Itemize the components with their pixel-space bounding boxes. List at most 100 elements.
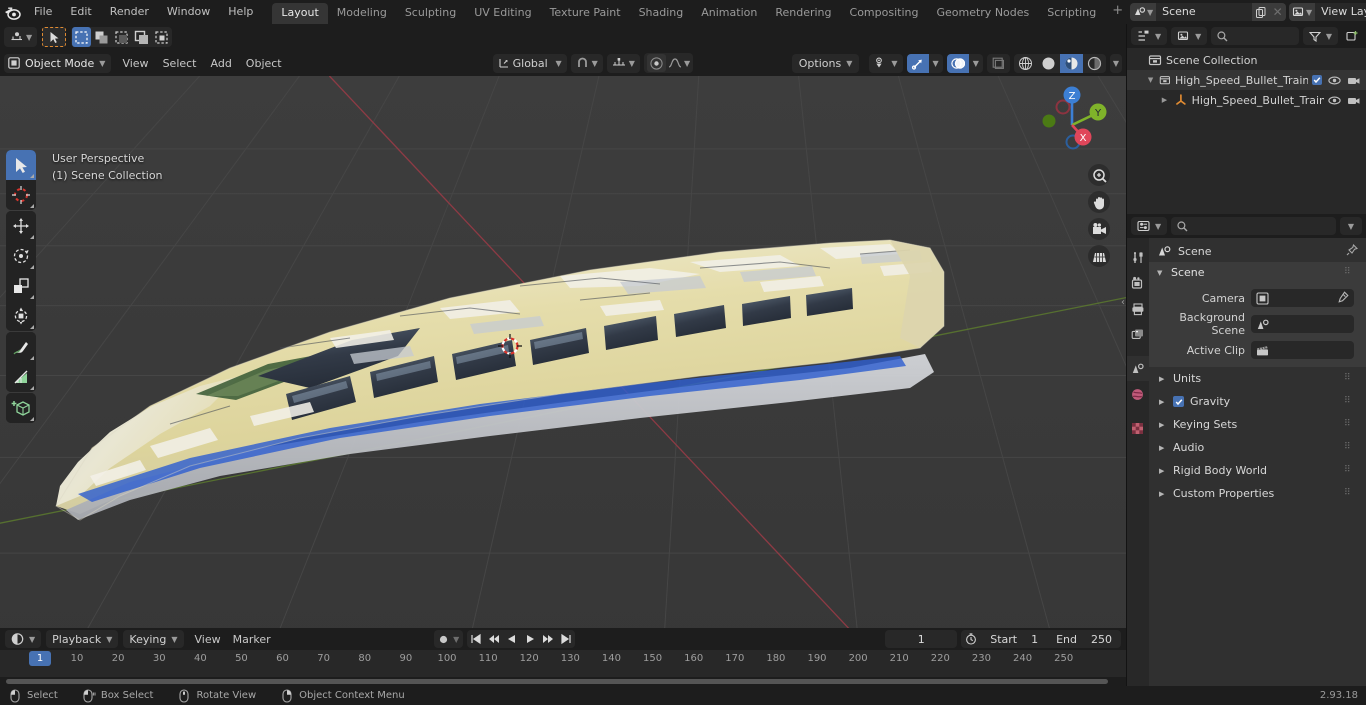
menu-window[interactable]: Window [158, 3, 219, 21]
overlays-icon[interactable] [946, 53, 969, 73]
timeline-playback-menu[interactable]: Playback ▼ [46, 630, 119, 648]
proportional-editing-group[interactable]: ▼ [643, 53, 694, 73]
viewport-menu-select[interactable]: Select [156, 55, 204, 72]
xray-toggle[interactable] [986, 53, 1010, 73]
gizmo-dropdown[interactable]: ▼ [929, 54, 943, 73]
camera-view-button[interactable] [1088, 218, 1110, 240]
properties-tab-render[interactable] [1127, 270, 1149, 295]
outliner-display-mode[interactable]: ▼ [1171, 27, 1208, 45]
snap-toggle[interactable]: ▼ [570, 53, 603, 73]
properties-panel-keying-sets[interactable]: ▶ Keying Sets ⠿ [1149, 413, 1366, 436]
workspace-tab-modeling[interactable]: Modeling [328, 3, 396, 24]
outliner-filter-button[interactable]: ▼ [1302, 27, 1338, 45]
camera-render-icon[interactable] [1347, 95, 1360, 106]
camera-render-icon[interactable] [1347, 75, 1360, 86]
pin-icon[interactable] [1346, 243, 1359, 259]
toolbar-collapse-icon[interactable]: ‹ [1121, 297, 1125, 308]
properties-panel-gravity[interactable]: ▶ Gravity ⠿ [1149, 390, 1366, 413]
workspace-tab-geometry-nodes[interactable]: Geometry Nodes [927, 3, 1038, 24]
overlays-dropdown[interactable]: ▼ [969, 54, 983, 73]
active-tool-indicator[interactable] [42, 27, 67, 47]
viewport-menu-add[interactable]: Add [204, 55, 239, 72]
material-preview-icon[interactable] [1059, 53, 1083, 73]
timeline-editor-type[interactable]: ▼ [5, 630, 42, 648]
play-reverse-button[interactable] [503, 630, 521, 648]
editor-type-selector[interactable]: ▼ [4, 27, 38, 47]
bullet-train-model[interactable] [0, 76, 1126, 628]
workspace-tab-sculpting[interactable]: Sculpting [396, 3, 465, 24]
disclosure-triangle[interactable]: ▼ [1146, 76, 1155, 84]
workspace-tab-scripting[interactable]: Scripting [1038, 3, 1105, 24]
viewport-menu-view[interactable]: View [115, 55, 155, 72]
add-workspace-button[interactable]: + [1105, 2, 1130, 23]
outliner-row[interactable]: Scene Collection [1127, 50, 1366, 70]
add-cube-tool[interactable] [6, 393, 36, 423]
eye-visibility-icon[interactable] [1328, 75, 1341, 86]
viewport-options-button[interactable]: Options ▼ [791, 53, 860, 73]
outliner-row[interactable]: ▼ High_Speed_Bullet_Train_Loc [1127, 70, 1366, 90]
timeline-keying-menu[interactable]: Keying ▼ [123, 630, 184, 648]
properties-tab-world[interactable] [1127, 382, 1149, 407]
workspace-tab-shading[interactable]: Shading [630, 3, 693, 24]
gizmo-icon[interactable] [906, 53, 929, 73]
properties-search-input[interactable] [1171, 217, 1336, 235]
overlays-toggle-group[interactable]: ▼ [946, 53, 983, 73]
viewport-menu-object[interactable]: Object [239, 55, 289, 72]
properties-tab-output[interactable] [1127, 296, 1149, 321]
playhead[interactable]: 1 [29, 651, 51, 666]
select-extend-icon[interactable] [92, 27, 111, 47]
wireframe-icon[interactable] [1014, 54, 1037, 73]
annotate-tool[interactable] [6, 332, 36, 362]
shading-dropdown[interactable]: ▼ [1109, 53, 1122, 73]
properties-panel-audio[interactable]: ▶ Audio ⠿ [1149, 436, 1366, 459]
eyedropper-icon[interactable] [1337, 290, 1349, 306]
3d-viewport[interactable]: User Perspective (1) Scene Collection Z [0, 76, 1126, 628]
interaction-mode-selector[interactable]: Object Mode ▼ [4, 53, 112, 73]
properties-tab-tool[interactable] [1127, 244, 1149, 269]
jump-end-button[interactable] [557, 630, 575, 648]
object-visibility-button[interactable]: ▼ [869, 53, 903, 73]
toggle-ortho-grid-button[interactable] [1088, 245, 1110, 267]
start-frame-field[interactable]: Start 1 [981, 630, 1047, 648]
measure-tool[interactable] [6, 362, 36, 392]
properties-options-button[interactable]: ▼ [1340, 217, 1362, 235]
panel-enable-checkbox[interactable] [1173, 396, 1184, 407]
current-frame-field[interactable]: 1 [885, 630, 958, 648]
new-scene-button[interactable] [1252, 3, 1270, 21]
view-layer-selector[interactable]: ▼ View Layer ✕ [1289, 3, 1366, 21]
scene-selector[interactable]: ▼ Scene ✕ [1130, 3, 1287, 21]
outliner-search-input[interactable] [1211, 27, 1299, 45]
timeline-menu-marker[interactable]: Marker [227, 631, 277, 648]
workspace-tab-rendering[interactable]: Rendering [766, 3, 840, 24]
rotate-tool[interactable] [6, 241, 36, 271]
select-new-icon[interactable] [72, 27, 92, 47]
disclosure-triangle[interactable]: ▶ [1159, 96, 1170, 104]
scene-name[interactable]: Scene [1156, 3, 1253, 21]
view-layer-name[interactable]: View Layer [1315, 3, 1366, 21]
eye-visibility-icon[interactable] [1328, 95, 1341, 106]
select-subtract-icon[interactable] [112, 27, 131, 47]
properties-editor-type[interactable]: ▼ [1131, 217, 1168, 235]
timeline-scrollbar[interactable] [0, 677, 1126, 686]
new-collection-button[interactable] [1342, 30, 1362, 42]
select-intersect-icon[interactable] [152, 27, 171, 47]
menu-render[interactable]: Render [101, 3, 158, 21]
cursor-tool[interactable] [6, 180, 36, 210]
properties-tab-scene[interactable] [1127, 356, 1149, 381]
snap-target-selector[interactable]: ▼ [606, 53, 640, 73]
end-frame-field[interactable]: End 250 [1047, 630, 1121, 648]
workspace-tab-compositing[interactable]: Compositing [841, 3, 928, 24]
pan-hand-button[interactable] [1088, 191, 1110, 213]
solid-icon[interactable] [1037, 54, 1060, 73]
property-field-background-scene[interactable] [1251, 315, 1354, 333]
properties-panel-custom-properties[interactable]: ▶ Custom Properties ⠿ [1149, 482, 1366, 505]
properties-tab-texture[interactable] [1127, 416, 1149, 441]
stopwatch-icon[interactable] [961, 633, 981, 645]
outliner-row[interactable]: ▶ High_Speed_Bullet_Train [1127, 90, 1366, 110]
prev-keyframe-button[interactable] [485, 630, 503, 648]
properties-panel-rigid-body-world[interactable]: ▶ Rigid Body World ⠿ [1149, 459, 1366, 482]
properties-tab-view-layer[interactable] [1127, 322, 1149, 347]
gizmo-toggle-group[interactable]: ▼ [906, 53, 943, 73]
workspace-tab-animation[interactable]: Animation [692, 3, 766, 24]
scale-tool[interactable] [6, 271, 36, 301]
